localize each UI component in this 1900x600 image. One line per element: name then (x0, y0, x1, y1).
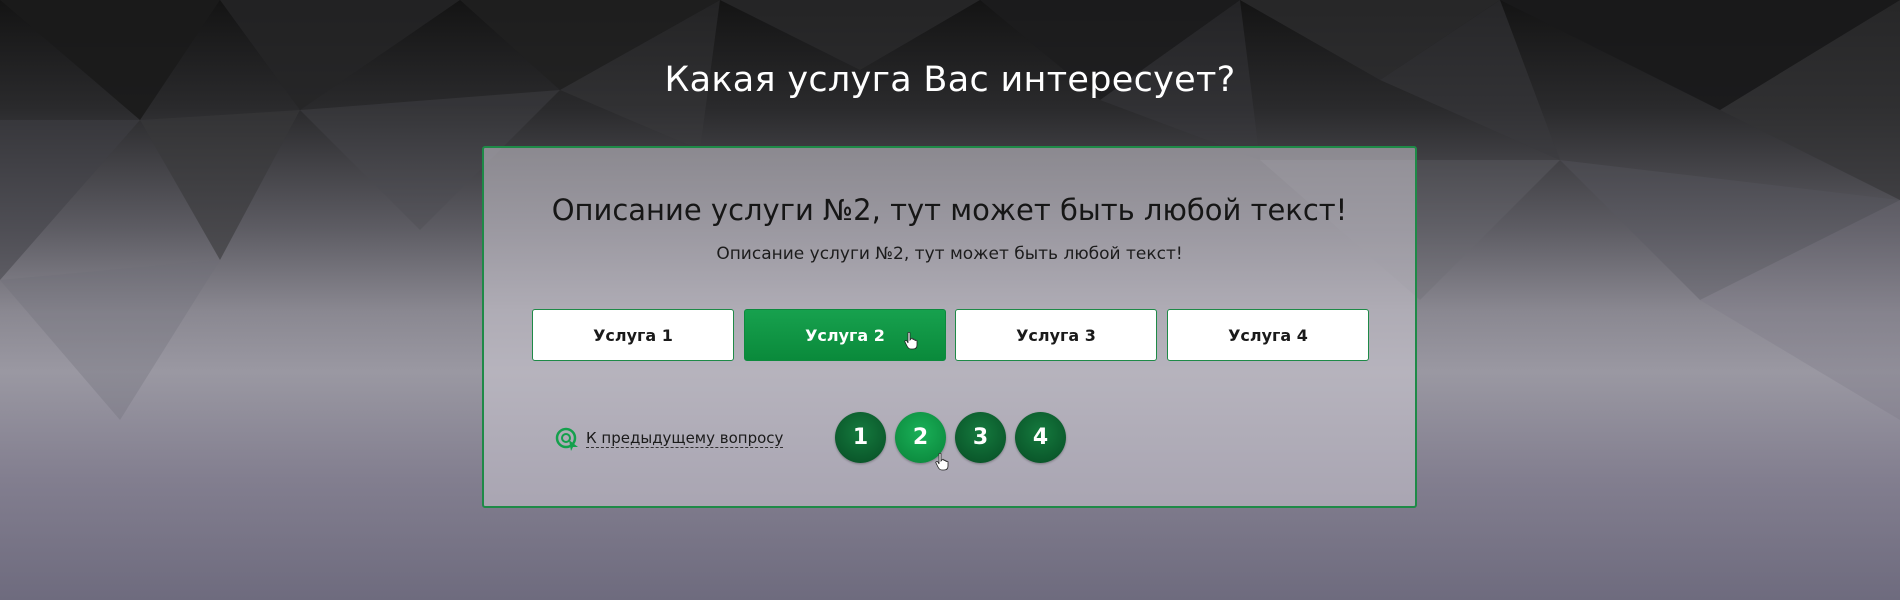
hand-cursor-icon (904, 332, 918, 350)
service-option-1[interactable]: Услуга 1 (532, 309, 734, 361)
service-option-4[interactable]: Услуга 4 (1167, 309, 1369, 361)
previous-question-link[interactable]: К предыдущему вопросу (554, 423, 784, 453)
service-options: Услуга 1 Услуга 2 Услуга 3 Услуга 4 (532, 309, 1369, 361)
page-1-button[interactable]: 1 (835, 412, 886, 463)
hand-cursor-icon (935, 453, 949, 471)
question-card: Описание услуги №2, тут может быть любой… (482, 146, 1417, 508)
refresh-arrow-icon (555, 427, 578, 451)
page-3-button[interactable]: 3 (955, 412, 1006, 463)
service-description-text: Описание услуги №2, тут может быть любой… (716, 244, 1183, 264)
page-4-button[interactable]: 4 (1015, 412, 1066, 463)
page-title: Какая услуга Вас интересует? (664, 60, 1236, 100)
service-option-3[interactable]: Услуга 3 (955, 309, 1157, 361)
service-description-title: Описание услуги №2, тут может быть любой… (551, 193, 1348, 227)
previous-question-label: К предыдущему вопросу (586, 428, 784, 448)
